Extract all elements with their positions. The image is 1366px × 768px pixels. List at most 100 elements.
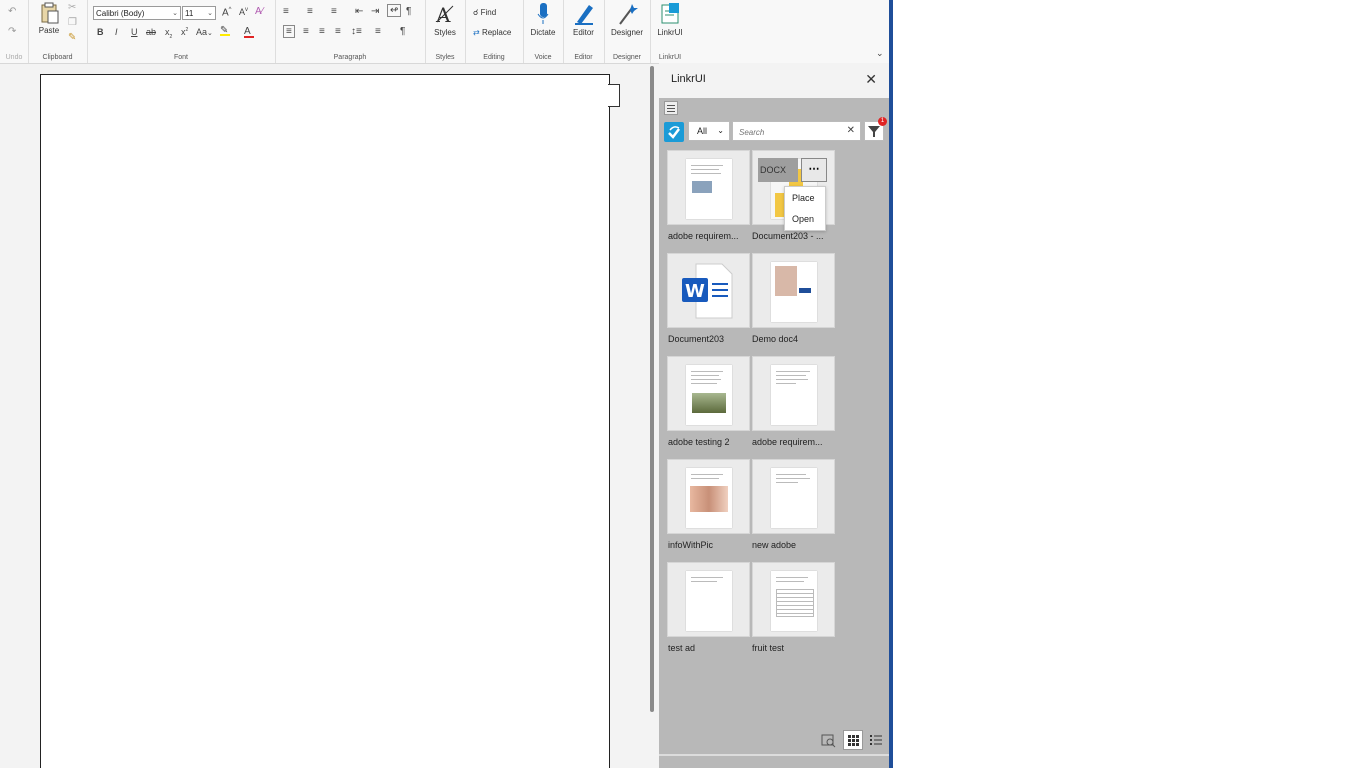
clipboard-group: Paste ✂ ❐ ✎ Clipboard <box>28 0 88 63</box>
redo-icon[interactable]: ↷ <box>8 26 16 37</box>
file-tile[interactable] <box>667 356 750 431</box>
tile-label: fruit test <box>752 643 785 653</box>
chevron-down-icon: ⌄ <box>172 10 178 17</box>
align-left-icon[interactable]: ≡ <box>283 25 295 38</box>
more-options-button[interactable]: ⋯ <box>801 158 827 182</box>
hamburger-menu-icon[interactable] <box>664 101 678 115</box>
doc-text-thumbnail <box>686 571 732 631</box>
replace-button[interactable]: ⇄ Replace <box>473 28 511 37</box>
docx-type-tag: DOCX <box>758 158 798 182</box>
file-tile[interactable] <box>667 459 750 534</box>
document-area[interactable] <box>0 64 652 768</box>
linkrui-ribbon-button[interactable]: LinkrUI <box>652 2 688 37</box>
undo-icon[interactable]: ↶ <box>8 6 16 17</box>
tile-label: test ad <box>668 643 696 653</box>
bullets-icon[interactable]: ≡ <box>283 6 289 17</box>
document-page[interactable] <box>40 74 610 768</box>
underline-icon[interactable]: U <box>131 27 138 37</box>
paste-button[interactable]: Paste <box>36 2 62 35</box>
subscript-icon[interactable]: x2 <box>165 27 172 40</box>
cut-icon[interactable]: ✂ <box>68 2 76 13</box>
file-tile[interactable]: W <box>667 253 750 328</box>
search-input[interactable] <box>737 124 846 140</box>
numbering-icon[interactable]: ≡ <box>307 6 313 17</box>
search-box[interactable]: ✕ <box>732 121 861 141</box>
font-color-icon[interactable]: A <box>244 26 254 38</box>
show-marks-icon[interactable]: ¶ <box>400 26 405 37</box>
italic-icon[interactable]: I <box>115 27 118 37</box>
rtl-icon[interactable]: ¶ <box>406 6 411 17</box>
preview-view-button[interactable] <box>818 730 838 750</box>
increase-indent-icon[interactable]: ⇥ <box>371 6 379 17</box>
doc-with-people-thumbnail <box>686 468 732 528</box>
scope-dropdown[interactable]: All ⌄ <box>688 121 730 141</box>
clear-search-icon[interactable]: ✕ <box>847 125 855 136</box>
change-case-icon[interactable]: Aa⌄ <box>196 27 213 37</box>
list-view-button[interactable] <box>866 730 886 750</box>
editing-group-label: Editing <box>483 54 505 61</box>
place-menu-item[interactable]: Place <box>785 188 825 208</box>
file-tile[interactable] <box>752 253 835 328</box>
designer-wand-icon <box>619 4 638 25</box>
voice-group-label: Voice <box>534 54 552 61</box>
highlight-icon[interactable]: ✎ <box>220 25 230 36</box>
close-icon[interactable]: ✕ <box>865 71 877 88</box>
designer-button[interactable]: Designer <box>607 2 647 37</box>
collapse-ribbon-icon[interactable]: ⌄ <box>876 48 884 59</box>
more-icon: ⋯ <box>808 163 820 175</box>
ltr-icon[interactable]: ↫ <box>387 4 402 17</box>
undo-group: ↶ ↷ Undo <box>0 0 29 63</box>
font-name-combo[interactable]: Calibri (Body) ⌄ <box>93 6 181 20</box>
linkrui-group: LinkrUI LinkrUI <box>650 0 690 63</box>
styles-group-label: Styles <box>435 54 455 61</box>
scope-value: All <box>697 126 708 136</box>
doc-text-thumbnail <box>771 468 817 528</box>
line-spacing-icon[interactable]: ↕≡ <box>351 26 362 37</box>
clear-formatting-icon[interactable]: A∕ <box>255 6 263 17</box>
align-right-icon[interactable]: ≡ <box>319 26 325 37</box>
file-tile[interactable] <box>752 562 835 637</box>
decrease-indent-icon[interactable]: ⇤ <box>355 6 363 17</box>
styles-button[interactable]: A Styles <box>429 2 461 37</box>
pane-header: LinkrUI ✕ <box>659 63 889 98</box>
superscript-icon[interactable]: x2 <box>181 27 188 37</box>
replace-icon: ⇄ <box>473 28 480 37</box>
font-size-combo[interactable]: 11 ⌄ <box>182 6 216 20</box>
doc-with-photo-thumbnail <box>771 262 817 322</box>
dictate-button[interactable]: Dictate <box>525 2 561 37</box>
context-menu: Place Open <box>784 186 826 231</box>
grow-font-icon[interactable]: A^ <box>222 7 232 18</box>
chevron-down-icon: ⌄ <box>717 126 724 135</box>
undo-group-label: Undo <box>5 54 23 61</box>
file-tile[interactable] <box>752 459 835 534</box>
filter-count-badge: 1 <box>878 117 887 126</box>
tile-label: adobe requirem... <box>752 437 823 447</box>
file-tile[interactable] <box>752 356 835 431</box>
editing-group: ☌ Find ⇄ Replace Editing <box>465 0 524 63</box>
find-button[interactable]: ☌ Find <box>473 8 496 17</box>
bold-icon[interactable]: B <box>97 27 104 37</box>
file-tile[interactable] <box>667 562 750 637</box>
copy-icon[interactable]: ❐ <box>68 17 77 28</box>
linkrui-logo-icon <box>664 122 684 142</box>
open-menu-item[interactable]: Open <box>785 209 825 229</box>
tile-label: new adobe <box>752 540 797 550</box>
grid-view-button[interactable] <box>843 730 863 750</box>
clipboard-group-label: Clipboard <box>42 54 73 61</box>
align-center-icon[interactable]: ≡ <box>303 26 309 37</box>
paragraph-group-label: Paragraph <box>333 54 367 61</box>
editor-button[interactable]: Editor <box>566 2 601 37</box>
font-group-label: Font <box>173 54 188 61</box>
format-painter-icon[interactable]: ✎ <box>68 32 76 43</box>
shrink-font-icon[interactable]: Av <box>239 7 248 17</box>
file-tile[interactable] <box>667 150 750 225</box>
justify-icon[interactable]: ≡ <box>335 26 341 37</box>
pane-footer <box>659 725 889 768</box>
multilevel-list-icon[interactable]: ≡ <box>331 6 337 17</box>
shading-icon[interactable]: ≡ <box>375 26 381 37</box>
filter-button[interactable]: 1 <box>864 117 887 141</box>
document-scrollbar[interactable] <box>650 66 654 712</box>
strikethrough-icon[interactable]: ab <box>146 27 156 37</box>
tile-label: adobe requirem... <box>668 231 739 241</box>
voice-group: Dictate Voice <box>523 0 564 63</box>
